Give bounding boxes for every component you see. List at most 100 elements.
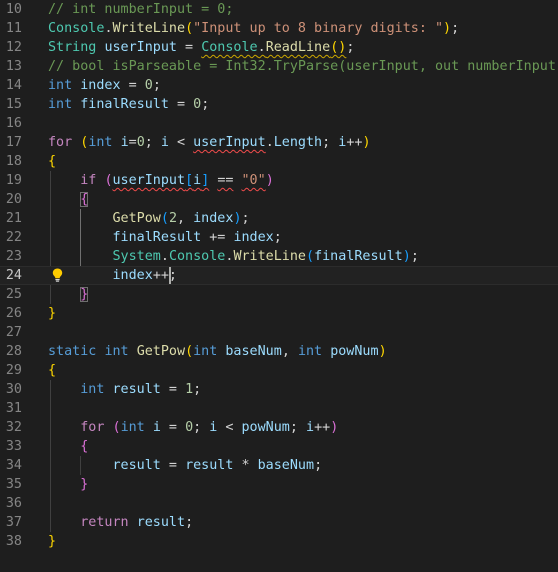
code-line-19[interactable]: 19 if (userInput[i] == "0"): [0, 171, 558, 190]
code-token: int: [297, 344, 323, 359]
line-code: finalResult += index;: [48, 228, 282, 247]
code-line-31[interactable]: 31: [0, 399, 558, 418]
code-line-28[interactable]: 28 static int GetPow(int baseNum, int pow…: [0, 342, 558, 361]
line-code: }: [48, 532, 56, 551]
code-token: int: [80, 382, 105, 397]
line-code: String userInput = Console.ReadLine();: [48, 38, 354, 57]
code-line-24[interactable]: 24 index++;: [0, 266, 558, 285]
code-token: 0: [144, 78, 153, 93]
line-code: // bool isParseable = Int32.TryParse(use…: [48, 57, 558, 76]
code-line-14[interactable]: 14 int index = 0;: [0, 76, 558, 95]
code-token: Console: [201, 40, 258, 55]
code-token: [: [185, 173, 194, 188]
code-line-21[interactable]: 21 GetPow(2, index);: [0, 209, 558, 228]
code-token: 1: [185, 382, 194, 397]
code-line-16[interactable]: 16: [0, 114, 558, 133]
line-number: 27: [5, 325, 22, 340]
code-line-32[interactable]: 32 for (int i = 0; i < powNum; i++): [0, 418, 558, 437]
code-line-17[interactable]: 17 for (int i=0; i < userInput.Length; i+…: [0, 133, 558, 152]
code-line-20[interactable]: 20 {: [0, 190, 558, 209]
code-line-34[interactable]: 34 result = result * baseNum;: [0, 456, 558, 475]
code-line-33[interactable]: 33 {: [0, 437, 558, 456]
line-number: 17: [5, 135, 22, 150]
text-cursor: [169, 267, 172, 284]
line-number: 14: [5, 78, 22, 93]
code-token: {: [80, 439, 89, 454]
code-token: i: [306, 420, 315, 435]
code-line-37[interactable]: 37 return result;: [0, 513, 558, 532]
code-token: ,: [281, 344, 298, 359]
line-number: 26: [5, 306, 22, 321]
code-line-35[interactable]: 35 }: [0, 475, 558, 494]
code-editor[interactable]: 10// int numberInput = 0; 11 Console.Write…: [0, 0, 558, 572]
code-token: int: [193, 344, 218, 359]
code-token: int: [120, 420, 145, 435]
code-token: ReadLine: [265, 40, 331, 55]
code-line-11[interactable]: 11 Console.WriteLine("Input up to 8 binar…: [0, 19, 558, 38]
code-token: (: [306, 249, 315, 264]
code-line-13[interactable]: 13 // bool isParseable = Int32.TryParse(u…: [0, 57, 558, 76]
line-code: result = result * baseNum;: [48, 456, 323, 475]
code-token: finalResult: [80, 97, 169, 112]
code-line-23[interactable]: 23 System.Console.WriteLine(finalResult)…: [0, 247, 558, 266]
code-token: result: [112, 382, 161, 397]
code-token: for: [80, 420, 105, 435]
code-line-29[interactable]: 29 {: [0, 361, 558, 380]
code-token: // bool isParseable = Int32.TryParse(use…: [48, 59, 558, 74]
code-token: Console: [48, 21, 105, 36]
code-token: index: [233, 230, 274, 245]
code-token: baseNum: [257, 458, 315, 473]
code-token: ;: [322, 135, 339, 150]
code-token: ): [265, 173, 274, 188]
code-line-25[interactable]: 25 }: [0, 285, 558, 304]
code-line-22[interactable]: 22 finalResult += index;: [0, 228, 558, 247]
code-line-30[interactable]: 30 int result = 1;: [0, 380, 558, 399]
code-token: <: [217, 420, 242, 435]
code-line-38[interactable]: 38}: [0, 532, 558, 551]
code-line-18[interactable]: 18 {: [0, 152, 558, 171]
code-token: *: [233, 458, 258, 473]
code-token: =: [160, 382, 186, 397]
code-token: <: [168, 135, 194, 150]
code-token: ): [378, 344, 387, 359]
code-token: (: [185, 21, 194, 36]
code-token: index: [112, 268, 153, 283]
code-token: }: [48, 534, 57, 549]
line-number: 25: [5, 287, 22, 302]
code-token: =: [120, 78, 145, 93]
code-token: ;: [201, 97, 210, 112]
code-token: =: [160, 458, 186, 473]
lightbulb-icon[interactable]: [52, 268, 63, 282]
line-number: 18: [5, 154, 22, 169]
code-line-27[interactable]: 27: [0, 323, 558, 342]
code-token: "0": [241, 173, 266, 188]
code-token: finalResult: [314, 249, 403, 264]
line-number: 23: [5, 249, 22, 264]
code-token: ): [402, 249, 411, 264]
line-code: int index = 0;: [48, 76, 161, 95]
code-line-36[interactable]: 36: [0, 494, 558, 513]
code-line-12[interactable]: 12 String userInput = Console.ReadLine();: [0, 38, 558, 57]
code-token: i: [120, 135, 129, 150]
code-token: .: [265, 135, 274, 150]
code-token: ): [330, 420, 339, 435]
code-token: GetPow: [136, 344, 186, 359]
code-line-15[interactable]: 15 int finalResult = 0;: [0, 95, 558, 114]
code-token: result: [112, 458, 161, 473]
line-number: 35: [5, 477, 22, 492]
code-token: ): [443, 21, 452, 36]
code-token: result: [136, 515, 186, 530]
line-code: }: [48, 475, 88, 494]
code-line-10[interactable]: 10 // int numberInput = 0;: [0, 0, 558, 19]
code-token: 0: [193, 97, 202, 112]
line-code: Console.WriteLine("Input up to 8 binary …: [48, 19, 459, 38]
line-number: 12: [5, 40, 22, 55]
code-line-26[interactable]: 26}: [0, 304, 558, 323]
code-token: (: [160, 211, 169, 226]
line-code: for (int i=0; i < userInput.Length; i++): [48, 133, 371, 152]
